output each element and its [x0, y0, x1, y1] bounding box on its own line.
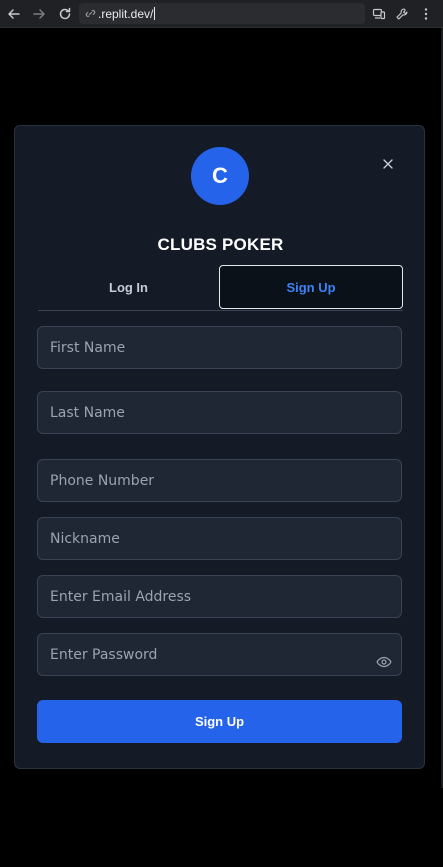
- url-text: .replit.dev/: [98, 6, 154, 21]
- link-icon: [85, 10, 96, 17]
- browser-toolbar: .replit.dev/: [0, 0, 443, 28]
- auth-modal: C CLUBS POKER Log In Sign Up First Name …: [14, 125, 425, 769]
- app-title: CLUBS POKER: [157, 235, 284, 254]
- close-icon: [383, 159, 393, 169]
- password-field[interactable]: Enter Password: [37, 633, 402, 676]
- last-name-field[interactable]: Last Name: [37, 391, 402, 434]
- tab-sign-up[interactable]: Sign Up: [219, 265, 403, 309]
- devices-icon[interactable]: [369, 4, 389, 24]
- address-bar[interactable]: .replit.dev/: [79, 3, 365, 24]
- more-icon[interactable]: [416, 4, 436, 24]
- close-button[interactable]: [380, 156, 396, 172]
- eye-icon[interactable]: [376, 656, 392, 668]
- wrench-icon[interactable]: [392, 4, 412, 24]
- text-cursor: [154, 7, 156, 20]
- auth-tabs: Log In Sign Up: [38, 265, 403, 311]
- first-name-field[interactable]: First Name: [37, 326, 402, 369]
- sign-up-button[interactable]: Sign Up: [37, 700, 402, 743]
- brand-avatar: C: [191, 147, 249, 205]
- password-placeholder: Enter Password: [50, 646, 158, 663]
- reload-icon[interactable]: [55, 4, 75, 24]
- email-field[interactable]: Enter Email Address: [37, 575, 402, 618]
- nickname-field[interactable]: Nickname: [37, 517, 402, 560]
- back-arrow-icon[interactable]: [4, 4, 24, 24]
- phone-number-field[interactable]: Phone Number: [37, 459, 402, 502]
- forward-arrow-icon[interactable]: [29, 4, 49, 24]
- tab-log-in[interactable]: Log In: [38, 265, 219, 309]
